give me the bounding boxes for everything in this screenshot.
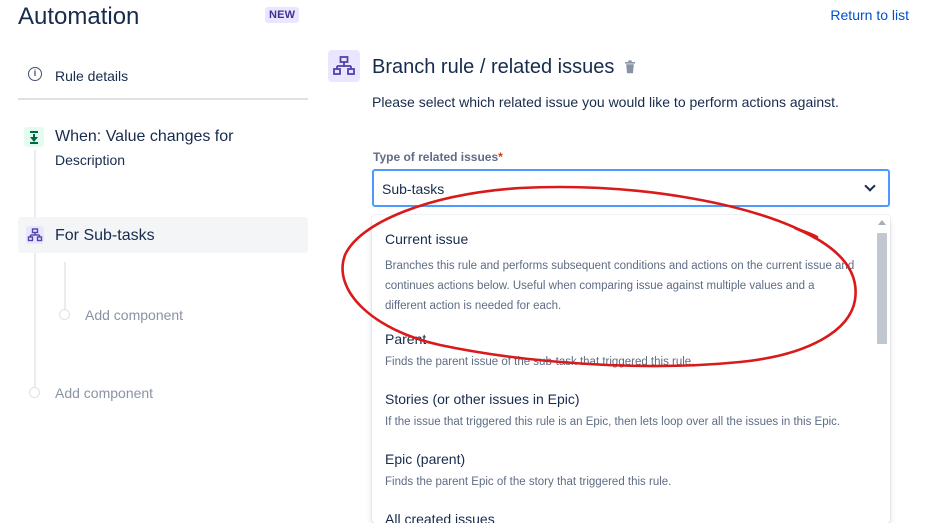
branch-icon — [26, 226, 44, 244]
menu-option-all-created[interactable]: All created issues — [385, 511, 865, 523]
branch-label: For Sub-tasks — [55, 227, 155, 244]
rule-details-label: Rule details — [55, 68, 129, 84]
new-badge: NEW — [265, 7, 300, 23]
required-mark: * — [498, 150, 503, 164]
option-title: Parent — [385, 331, 427, 347]
trigger-subtitle: Description — [55, 152, 126, 168]
option-title: Stories (or other issues in Epic) — [385, 391, 580, 407]
branch-rule-icon — [328, 50, 360, 82]
trigger-title: When: Value changes for — [55, 128, 234, 145]
field-label: Type of related issues* — [373, 150, 503, 164]
add-component-dot-inner — [59, 309, 70, 320]
option-title: All created issues — [385, 511, 495, 523]
related-issues-select[interactable]: Sub-tasks — [372, 169, 890, 207]
related-issues-menu: Current issue Branches this rule and per… — [372, 215, 890, 523]
sidebar-item-branch[interactable]: For Sub-tasks — [18, 217, 308, 253]
menu-scrollbar[interactable] — [874, 215, 890, 523]
menu-option-parent[interactable]: Parent Finds the parent issue of the sub… — [385, 331, 865, 372]
menu-option-current-issue[interactable]: Current issue Branches this rule and per… — [385, 231, 865, 316]
option-description: Finds the parent issue of the sub-task t… — [385, 356, 695, 368]
option-description: Finds the parent Epic of the story that … — [385, 476, 672, 488]
info-icon: i — [28, 67, 42, 81]
option-title: Epic (parent) — [385, 451, 466, 467]
sidebar-item-rule-details[interactable]: i Rule details — [18, 58, 308, 100]
scroll-up-arrow-icon[interactable] — [878, 220, 886, 225]
add-component-outer-button[interactable]: Add component — [55, 385, 153, 401]
trigger-icon — [24, 127, 44, 147]
option-description: Branches this rule and performs subseque… — [385, 260, 855, 312]
option-description: If the issue that triggered this rule is… — [385, 416, 841, 428]
page-title: Automation — [18, 3, 140, 30]
return-to-list-link[interactable]: Return to list — [830, 7, 909, 23]
menu-option-stories[interactable]: Stories (or other issues in Epic) If the… — [385, 391, 865, 432]
option-title: Current issue — [385, 231, 469, 247]
select-value: Sub-tasks — [382, 181, 445, 197]
sidebar-item-trigger[interactable]: When: Value changes for Description — [18, 122, 308, 178]
scroll-thumb[interactable] — [877, 233, 887, 344]
trash-icon[interactable] — [624, 60, 636, 74]
chevron-down-icon — [864, 180, 876, 192]
menu-option-epic-parent[interactable]: Epic (parent) Finds the parent Epic of t… — [385, 451, 865, 492]
tree-connector-branch — [64, 262, 66, 310]
tree-connector — [34, 150, 36, 390]
add-component-inner-button[interactable]: Add component — [85, 307, 183, 323]
panel-heading: Branch rule / related issues — [372, 56, 615, 78]
panel-description: Please select which related issue you wo… — [372, 94, 839, 110]
add-component-dot-outer — [29, 387, 40, 398]
